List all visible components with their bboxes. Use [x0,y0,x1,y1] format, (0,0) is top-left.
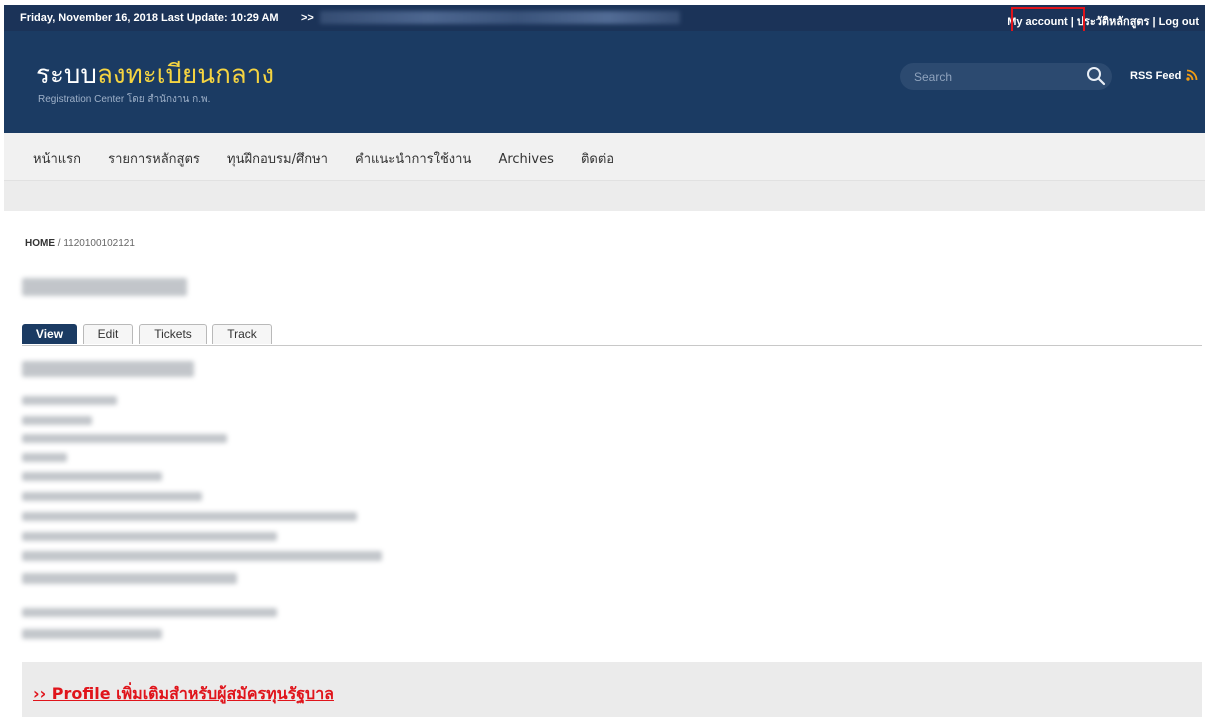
breadcrumb-current: 1120100102121 [63,238,135,249]
search-input[interactable] [912,67,1076,87]
nav-item-archives[interactable]: Archives [498,152,553,167]
news-ticker-arrows: >> [301,12,314,24]
content-line-blurred [22,629,162,639]
site-logo[interactable]: ระบบลงทะเบียนกลาง [36,61,274,89]
content-line-blurred [22,453,67,462]
content-line-blurred [22,551,382,561]
nav-item-guide[interactable]: คำแนะนำการใช้งาน [355,148,471,169]
logout-link[interactable]: Log out [1159,16,1199,28]
profile-scholarship-link[interactable]: ›› Profile เพิ่มเติมสำหรับผู้สมัครทุนรัฐ… [33,682,334,707]
last-update-date: Friday, November 16, 2018 Last Update: 1… [20,12,279,24]
profile-box: ›› Profile เพิ่มเติมสำหรับผู้สมัครทุนรัฐ… [22,662,1202,717]
rss-icon [1186,69,1198,81]
tab-view[interactable]: View [22,324,77,344]
rss-label: RSS Feed [1130,70,1182,82]
search-icon[interactable] [1086,66,1106,86]
nav-item-courses[interactable]: รายการหลักสูตร [108,148,200,169]
content-heading-blurred [22,361,194,377]
site-header: ระบบลงทะเบียนกลาง Registration Center โด… [4,31,1205,133]
content-line-blurred [22,472,162,481]
logo-subtitle: Registration Center โดย สำนักงาน ก.พ. [38,94,211,105]
logo-prefix: ระบบ [36,60,97,90]
content-line-blurred [22,396,117,405]
nav-item-scholarships[interactable]: ทุนฝึกอบรม/ศึกษา [227,148,328,169]
main-nav: หน้าแรก รายการหลักสูตร ทุนฝึกอบรม/ศึกษา … [4,133,1205,181]
content-line-blurred [22,416,92,425]
tab-tickets[interactable]: Tickets [139,324,207,344]
content-line-blurred [22,608,277,617]
news-ticker-blurred[interactable] [320,11,680,24]
sub-nav-bar [4,181,1205,211]
rss-feed-link[interactable]: RSS Feed [1130,69,1198,82]
breadcrumb: HOME / 1120100102121 [25,238,135,249]
top-utility-bar: Friday, November 16, 2018 Last Update: 1… [4,5,1205,36]
page-title-blurred [22,278,187,296]
content-line-blurred [22,492,202,501]
logo-accent: ลงทะเบียนกลาง [96,60,275,90]
content-line-blurred [22,573,237,584]
course-history-link[interactable]: ประวัติหลักสูตร [1077,16,1150,28]
search-box [900,63,1112,90]
link-separator: | [1149,16,1159,28]
tab-track[interactable]: Track [212,324,272,344]
content-line-blurred [22,512,357,521]
content-line-blurred [22,532,277,541]
tab-edit[interactable]: Edit [83,324,133,344]
node-tabs: View Edit Tickets Track [22,324,1202,346]
content-line-blurred [22,434,227,443]
nav-item-contact[interactable]: ติดต่อ [581,148,614,169]
nav-item-home[interactable]: หน้าแรก [33,148,81,169]
breadcrumb-home[interactable]: HOME [25,238,55,249]
